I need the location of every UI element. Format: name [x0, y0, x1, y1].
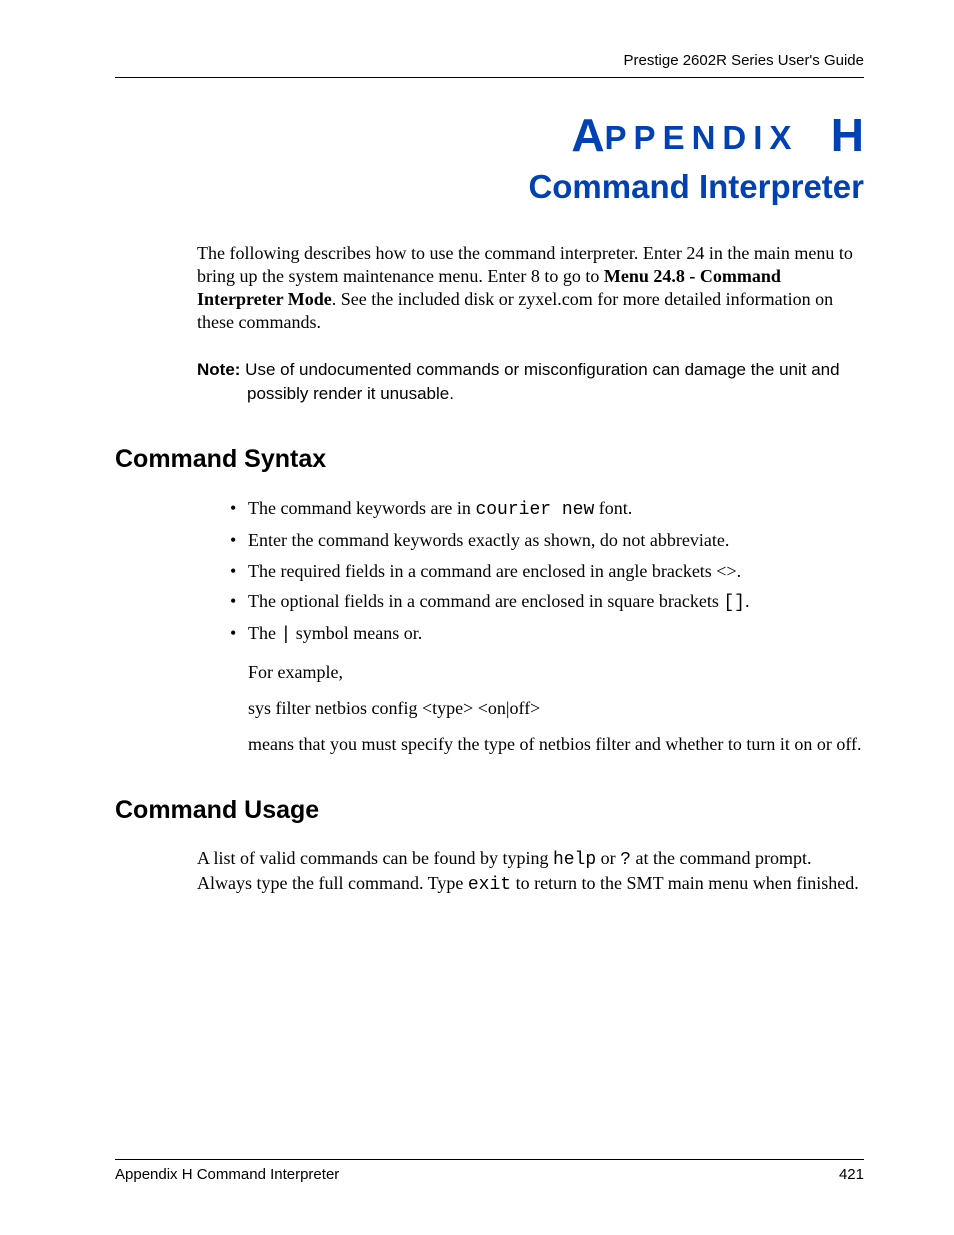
footer-left: Appendix H Command Interpreter [115, 1166, 339, 1183]
item-mono: [] [723, 593, 745, 613]
list-item: The command keywords are in courier new … [230, 496, 864, 522]
item-mono: courier new [475, 500, 594, 520]
usage-mono1: help [553, 850, 596, 870]
item-full: The required fields in a command are enc… [248, 561, 741, 581]
item-sub1: For example, [248, 660, 864, 684]
list-item: The | symbol means or. For example, sys … [230, 621, 864, 756]
list-item: The optional fields in a command are enc… [230, 589, 864, 615]
usage-pre: A list of valid commands can be found by… [197, 848, 553, 868]
document-page: Prestige 2602R Series User's Guide APPEN… [0, 0, 954, 1235]
item-sub2: sys filter netbios config <type> <on|off… [248, 696, 864, 720]
usage-mono3: exit [468, 875, 511, 895]
usage-paragraph: A list of valid commands can be found by… [197, 847, 864, 897]
item-pre: The [248, 623, 280, 643]
item-pre: The command keywords are in [248, 498, 475, 518]
header-rule [115, 77, 864, 78]
item-full: Enter the command keywords exactly as sh… [248, 530, 729, 550]
intro-paragraph: The following describes how to use the c… [197, 242, 864, 334]
section-heading-syntax: Command Syntax [115, 445, 864, 474]
list-item: The required fields in a command are enc… [230, 559, 864, 583]
item-post: symbol means or. [291, 623, 422, 643]
note-paragraph: Note: Use of undocumented commands or mi… [197, 358, 864, 405]
usage-mono2: ? [620, 850, 631, 870]
appendix-label: APPENDIX H [115, 108, 864, 162]
footer-page-number: 421 [839, 1166, 864, 1183]
item-pre: The optional fields in a command are enc… [248, 591, 723, 611]
item-sub3: means that you must specify the type of … [248, 732, 864, 756]
footer-row: Appendix H Command Interpreter 421 [115, 1166, 864, 1183]
usage-mid1: or [596, 848, 620, 868]
note-text: Use of undocumented commands or misconfi… [240, 360, 839, 402]
usage-post: to return to the SMT main menu when fini… [511, 873, 859, 893]
page-footer: Appendix H Command Interpreter 421 [115, 1159, 864, 1183]
chapter-title: Command Interpreter [115, 168, 864, 206]
item-post: font. [594, 498, 632, 518]
note-label: Note: [197, 360, 240, 379]
syntax-list: The command keywords are in courier new … [230, 496, 864, 756]
item-mono: | [280, 625, 291, 645]
list-item: Enter the command keywords exactly as sh… [230, 528, 864, 552]
appendix-word: PPENDIX [605, 119, 799, 156]
appendix-letter-h: H [831, 109, 864, 161]
section-heading-usage: Command Usage [115, 796, 864, 825]
footer-rule [115, 1159, 864, 1160]
item-post: . [745, 591, 750, 611]
appendix-letter-a: A [571, 109, 604, 161]
running-header: Prestige 2602R Series User's Guide [115, 52, 864, 69]
